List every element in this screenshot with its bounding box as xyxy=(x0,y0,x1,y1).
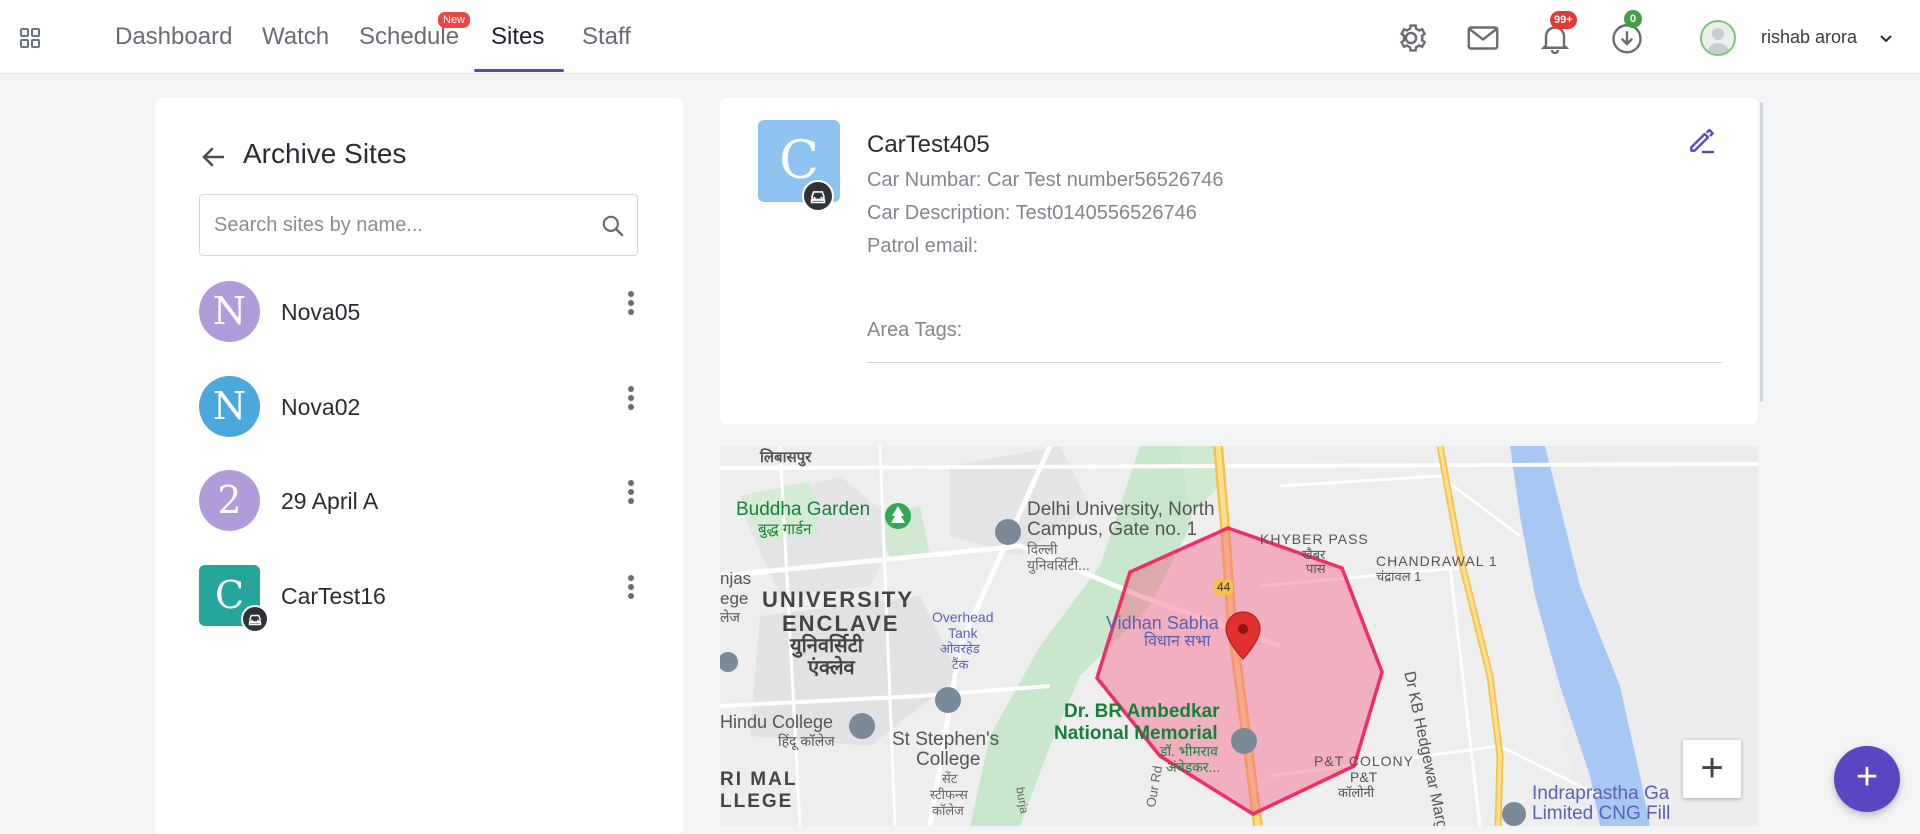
more-options-icon[interactable] xyxy=(623,386,639,416)
site-name: 29 April A xyxy=(281,488,379,514)
map-label: UNIVERSITY xyxy=(762,587,915,612)
map-label: लिबासपुर xyxy=(760,449,812,466)
map-label: National Memorial xyxy=(1054,723,1218,744)
site-name: CarTest16 xyxy=(281,583,386,609)
site-list-item[interactable]: 2 29 April A xyxy=(199,470,639,532)
patrol-email-text: Patrol email: xyxy=(867,235,979,257)
settings-gear-icon[interactable] xyxy=(1393,20,1429,56)
map-label: KHYBER PASS xyxy=(1260,531,1369,547)
more-options-icon[interactable] xyxy=(623,480,639,510)
site-avatar: N xyxy=(199,281,260,342)
tab-watch[interactable]: Watch xyxy=(262,20,329,74)
map-label: अंबेडकर... xyxy=(1166,759,1221,775)
map-label: डॉ. भीमराव xyxy=(1160,743,1218,759)
search-container xyxy=(199,194,638,256)
site-avatar: N xyxy=(199,376,260,437)
map-label: St Stephen's xyxy=(892,729,1000,750)
panel-title: Archive Sites xyxy=(243,138,407,169)
detail-scrollbar[interactable] xyxy=(1760,102,1763,402)
map-label: सेंट xyxy=(942,771,958,786)
car-description-text: Car Description: Test0140556526746 xyxy=(867,202,1197,224)
notifications-count-badge: 99+ xyxy=(1550,11,1577,29)
site-detail-card: C CarTest405 Car Numbar: Car Test number… xyxy=(720,98,1758,424)
map-label: दिल्ली xyxy=(1027,541,1058,557)
map-label: Dr. BR Ambedkar xyxy=(1064,701,1220,722)
map-label: Tank xyxy=(948,625,978,641)
car-icon xyxy=(241,605,269,633)
back-arrow-icon[interactable] xyxy=(199,142,229,177)
site-avatar: 2 xyxy=(199,470,260,531)
more-options-icon[interactable] xyxy=(623,575,639,605)
site-list-item[interactable]: N Nova02 xyxy=(199,376,639,438)
area-tags-label: Area Tags: xyxy=(867,319,963,341)
map-label: बुद्ध गार्डन xyxy=(758,521,812,538)
map-label: College xyxy=(916,749,981,770)
map-label: टैंक xyxy=(952,657,969,672)
map-label: Hindu College xyxy=(720,712,834,732)
user-name[interactable]: rishab arora xyxy=(1761,27,1857,48)
map-label: RI MAL xyxy=(720,769,798,790)
map-label: CHANDRAWAL 1 xyxy=(1376,553,1498,569)
map-label: कॉलेज xyxy=(932,803,964,818)
site-list-item[interactable]: N Nova05 xyxy=(199,281,639,343)
map-label: ओवरहेड xyxy=(940,641,980,656)
tab-dashboard[interactable]: Dashboard xyxy=(115,20,232,74)
map-label: लेज xyxy=(720,609,740,625)
active-tab-indicator xyxy=(474,69,564,72)
apps-grid-icon[interactable] xyxy=(16,26,44,50)
site-list-item[interactable]: C CarTest16 xyxy=(199,565,639,633)
divider xyxy=(867,362,1722,363)
new-badge: New xyxy=(438,12,471,28)
user-avatar[interactable] xyxy=(1700,20,1736,56)
edit-pencil-icon[interactable] xyxy=(1686,124,1718,161)
site-detail-title: CarTest405 xyxy=(867,131,990,158)
map-label: हिंदू कॉलेज xyxy=(778,733,835,749)
add-site-button[interactable]: + xyxy=(1834,746,1900,812)
site-name: Nova02 xyxy=(281,394,361,420)
zoom-in-button[interactable]: + xyxy=(1683,740,1741,798)
map-label: Indraprastha Ga xyxy=(1532,783,1670,804)
tab-staff[interactable]: Staff xyxy=(582,20,631,74)
map-label: ENCLAVE xyxy=(782,611,900,636)
downloads-count-badge: 0 xyxy=(1624,10,1643,28)
car-icon xyxy=(802,180,834,212)
map-label: खैबर xyxy=(1302,547,1326,562)
highway-shield: 44 xyxy=(1214,580,1234,595)
site-map[interactable]: लिबासपुर Buddha Garden बुद्ध गार्डन Delh… xyxy=(720,446,1758,826)
map-label: युनिवर्सिटी... xyxy=(1027,557,1090,573)
archive-sites-panel: Archive Sites N Nova05 N Nova02 2 29 Apr… xyxy=(155,98,683,834)
map-background xyxy=(720,446,1758,826)
map-label: Campus, Gate no. 1 xyxy=(1027,519,1198,540)
tab-sites[interactable]: Sites xyxy=(491,20,544,74)
map-label: कॉलोनी xyxy=(1338,785,1375,800)
map-label: ege xyxy=(720,589,749,608)
map-label: Limited CNG Fill xyxy=(1532,803,1671,824)
map-label: एंक्लेव xyxy=(808,657,855,679)
map-label: LLEGE xyxy=(720,791,794,812)
map-label: युनिवर्सिटी xyxy=(790,635,863,657)
map-label: Delhi University, North xyxy=(1027,499,1215,520)
map-label: विधान सभा xyxy=(1144,633,1211,650)
mail-icon[interactable] xyxy=(1465,20,1501,56)
search-icon[interactable] xyxy=(600,213,626,244)
map-label: पास xyxy=(1306,561,1326,576)
map-label: चंद्रावल 1 xyxy=(1376,569,1422,584)
map-label: स्टीफन्स xyxy=(930,787,968,802)
map-label: Vidhan Sabha xyxy=(1106,613,1219,633)
search-input[interactable] xyxy=(214,195,594,255)
map-label: Buddha Garden xyxy=(736,499,871,520)
map-label: njas xyxy=(720,569,752,588)
chevron-down-icon[interactable] xyxy=(1878,30,1894,51)
tab-schedule[interactable]: Schedule xyxy=(359,20,459,74)
map-label: P&T COLONY xyxy=(1314,753,1414,769)
map-label: P&T xyxy=(1350,769,1378,785)
car-number-text: Car Numbar: Car Test number56526746 xyxy=(867,169,1224,191)
more-options-icon[interactable] xyxy=(623,291,639,321)
top-navigation-bar: Dashboard Watch Schedule New Sites Staff… xyxy=(0,0,1920,74)
site-name: Nova05 xyxy=(281,299,361,325)
map-label: Overhead xyxy=(932,609,994,625)
